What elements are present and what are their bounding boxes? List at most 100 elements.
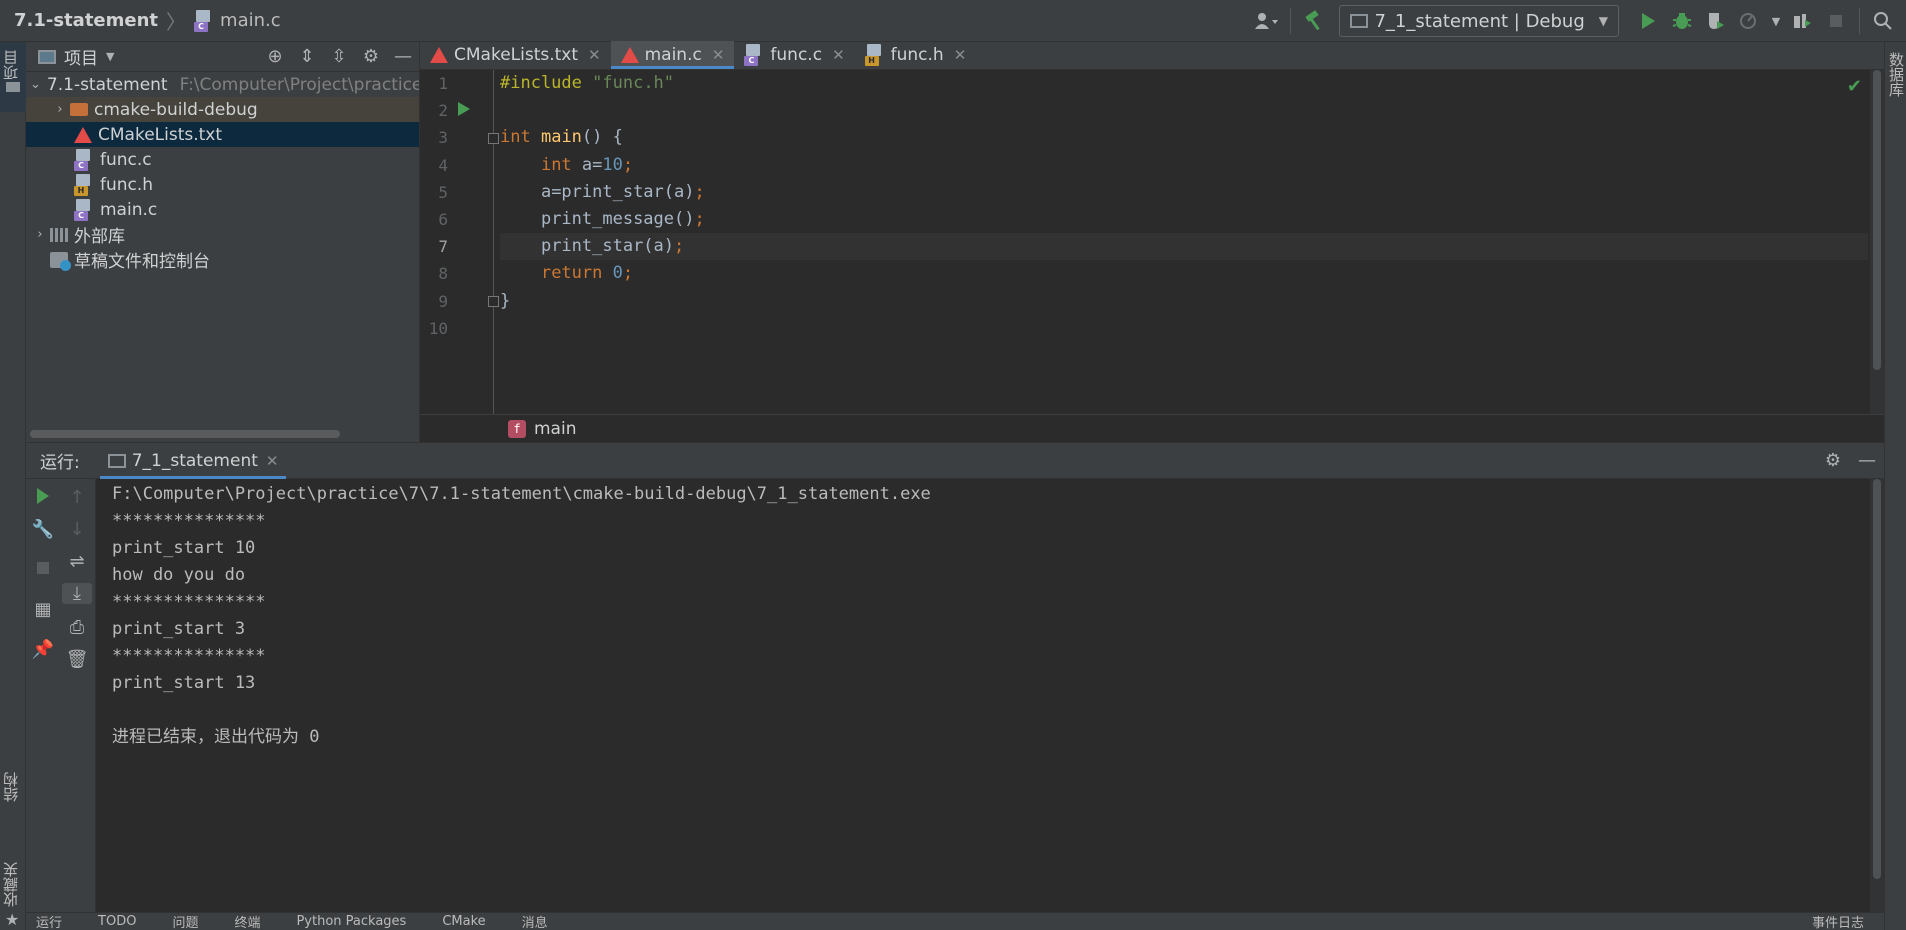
bottom-tab-terminal[interactable]: 终端	[234, 913, 260, 930]
pin-icon[interactable]: 📌	[26, 639, 60, 660]
profile-options-chevron-icon[interactable]: ▼	[1767, 4, 1785, 38]
soft-wrap-icon[interactable]: ⇌	[60, 551, 94, 572]
favorites-tool-tab[interactable]: 收藏夹	[0, 862, 26, 907]
tree-item-func-c[interactable]: C func.c	[26, 147, 419, 172]
tree-item-main-c[interactable]: C main.c	[26, 197, 419, 222]
tree-item-cmake-build-debug[interactable]: › cmake-build-debug	[26, 97, 419, 122]
bottom-tab-todo[interactable]: TODO	[98, 914, 136, 929]
collapse-all-icon[interactable]: ⇳	[323, 46, 355, 67]
print-icon[interactable]: ⎙	[60, 617, 94, 638]
console-vertical-scrollbar[interactable]	[1870, 479, 1884, 913]
library-icon	[50, 227, 68, 242]
c-file-icon: C	[74, 198, 94, 221]
expand-all-icon[interactable]: ⇕	[291, 46, 323, 67]
up-arrow-icon[interactable]: ↑	[60, 487, 94, 508]
bottom-tab-cmake[interactable]: CMake	[442, 914, 485, 929]
down-arrow-icon[interactable]: ↓	[60, 519, 94, 540]
console-line: print_start 3	[112, 619, 246, 639]
trash-icon[interactable]: 🗑	[60, 649, 94, 670]
h-file-icon: H	[864, 44, 885, 66]
console-output[interactable]: F:\Computer\Project\practice\7\7.1-state…	[112, 479, 1868, 913]
run-icon[interactable]	[1631, 4, 1665, 38]
run-configuration-selector[interactable]: 7_1_statement | Debug ▼	[1339, 5, 1619, 37]
bottom-tab-python-packages[interactable]: Python Packages	[296, 914, 406, 929]
tree-item-scratches[interactable]: 草稿文件和控制台	[26, 247, 419, 272]
bottom-tab-event-log[interactable]: 事件日志	[1812, 913, 1864, 930]
star-icon: ★	[5, 910, 20, 929]
run-actions-strip: 🔧 ▦ 📌	[26, 479, 60, 913]
hide-icon[interactable]: —	[387, 46, 419, 67]
tab-main-c[interactable]: main.c ✕	[610, 41, 735, 69]
structure-tool-tab[interactable]: 结构	[0, 772, 26, 802]
search-icon[interactable]	[1866, 4, 1900, 38]
locate-icon[interactable]: ⊕	[259, 46, 291, 67]
inspection-ok-check-icon[interactable]: ✔	[1847, 76, 1862, 97]
attach-icon[interactable]	[1785, 4, 1819, 38]
scroll-to-end-icon[interactable]: ⤓	[62, 583, 92, 604]
tab-label: CMakeLists.txt	[454, 45, 579, 65]
profile-icon[interactable]	[1733, 4, 1767, 38]
bottom-tab-messages[interactable]: 消息	[522, 913, 548, 930]
tree-root[interactable]: ⌄ 7.1-statement F:\Computer\Project\prac…	[26, 72, 419, 97]
scrollbar-thumb[interactable]	[1873, 479, 1881, 879]
console-icon	[107, 453, 126, 468]
bottom-tab-problems[interactable]: 问题	[172, 913, 198, 930]
tab-cmakelists[interactable]: CMakeLists.txt ✕	[420, 41, 611, 69]
rerun-icon[interactable]	[26, 487, 60, 510]
project-view-icon	[38, 49, 56, 64]
database-tool-tab[interactable]: 数据库	[1885, 52, 1906, 97]
c-file-icon: C	[744, 44, 764, 66]
code-area[interactable]: #include "func.h" int main() { int a=10;…	[500, 70, 1868, 414]
project-tree: ⌄ 7.1-statement F:\Computer\Project\prac…	[26, 72, 419, 272]
bottom-tab-run[interactable]: 运行	[36, 913, 62, 930]
close-icon[interactable]: ✕	[712, 46, 725, 64]
gear-icon[interactable]: ⚙	[355, 46, 387, 67]
tab-func-c[interactable]: C func.c ✕	[734, 41, 854, 69]
editor-breadcrumb-item[interactable]: main	[534, 419, 576, 439]
tree-item-cmakelists[interactable]: CMakeLists.txt	[26, 122, 419, 147]
chevron-right-icon[interactable]: ›	[30, 227, 50, 242]
project-panel-title[interactable]: 项目	[64, 44, 98, 69]
stop-icon[interactable]	[26, 559, 60, 580]
line-number: 2	[438, 101, 448, 121]
breadcrumb: 7.1-statement 〉 C main.c	[0, 6, 281, 35]
chevron-right-icon[interactable]: ›	[50, 102, 70, 117]
build-hammer-icon[interactable]	[1297, 4, 1331, 38]
gutter-run-icon[interactable]	[458, 102, 470, 116]
chevron-down-icon[interactable]: ▼	[106, 50, 114, 63]
close-icon[interactable]: ✕	[588, 46, 601, 64]
layout-icon[interactable]: ▦	[26, 599, 60, 620]
debug-bug-icon[interactable]	[1665, 4, 1699, 38]
line-number: 8	[438, 264, 448, 284]
breadcrumb-project[interactable]: 7.1-statement	[14, 10, 158, 31]
tab-func-h[interactable]: H func.h ✕	[855, 41, 977, 69]
tree-item-func-h[interactable]: H func.h	[26, 172, 419, 197]
h-file-icon: H	[74, 173, 94, 196]
chevron-down-icon[interactable]: ⌄	[30, 77, 41, 92]
hide-icon[interactable]: —	[1850, 450, 1884, 471]
wrench-icon[interactable]: 🔧	[26, 519, 60, 540]
editor-vertical-scrollbar[interactable]	[1870, 70, 1884, 414]
user-icon[interactable]	[1250, 4, 1284, 38]
scrollbar-thumb[interactable]	[1873, 70, 1881, 370]
fold-marker-icon[interactable]	[488, 133, 499, 144]
project-tool-tab[interactable]: 项目	[0, 50, 26, 80]
c-file-icon: C	[74, 148, 94, 171]
fold-marker-icon[interactable]	[488, 296, 499, 307]
coverage-icon[interactable]	[1699, 4, 1733, 38]
project-horizontal-scrollbar[interactable]	[30, 430, 340, 438]
close-icon[interactable]: ✕	[832, 46, 845, 64]
run-tab-7-1-statement[interactable]: 7_1_statement ✕	[99, 443, 287, 479]
console-line: print_start 10	[112, 538, 256, 558]
breadcrumb-file[interactable]: main.c	[220, 10, 281, 31]
close-icon[interactable]: ✕	[266, 452, 279, 470]
tree-item-external-libraries[interactable]: › 外部库	[26, 222, 419, 247]
code-line-3: int main() {	[500, 127, 623, 148]
console-line: ***************	[112, 592, 266, 612]
console-line: ***************	[112, 511, 266, 531]
close-icon[interactable]: ✕	[954, 46, 967, 64]
gear-icon[interactable]: ⚙	[1816, 450, 1850, 471]
stop-icon[interactable]	[1819, 4, 1853, 38]
code-line-4: int a=10;	[540, 154, 634, 175]
tree-item-label: main.c	[100, 199, 158, 220]
